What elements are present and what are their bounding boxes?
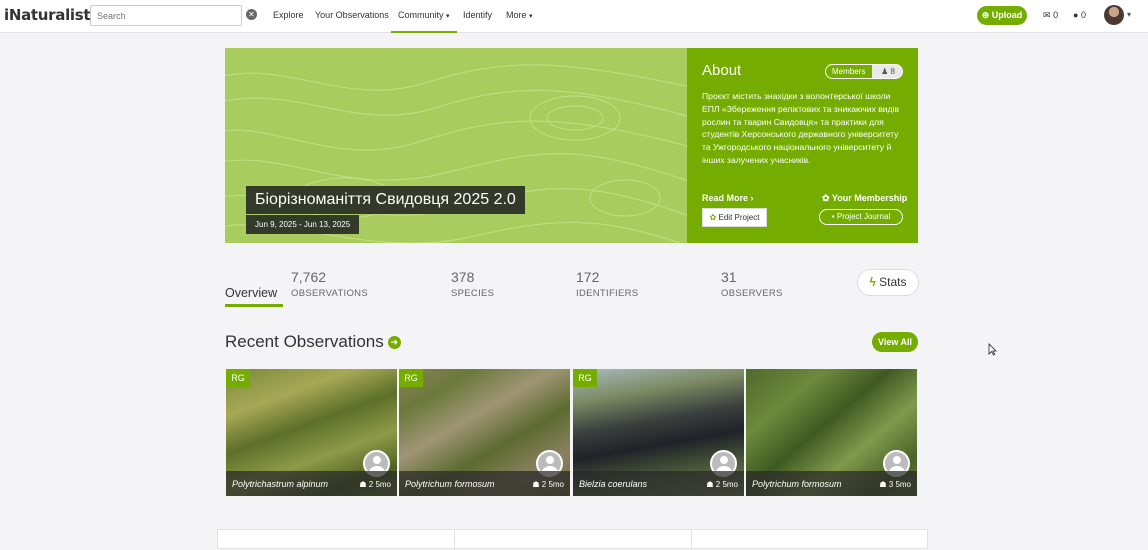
observation-card[interactable]: Polytrichum formosum ☗ 3 5mo — [746, 369, 917, 496]
divider — [454, 530, 455, 550]
stat-observers-value[interactable]: 31 — [721, 269, 737, 285]
your-membership-link[interactable]: ✿ Your Membership — [822, 193, 907, 204]
nav-active-indicator — [391, 31, 457, 33]
research-grade-badge: RG — [399, 369, 423, 387]
project-banner: Біорізноманіття Свидовця 2025 2.0 Jun 9,… — [225, 48, 687, 243]
view-all-button[interactable]: View All — [872, 332, 918, 352]
arrow-right-circle-icon[interactable]: ➜ — [387, 336, 401, 350]
comment-icon: ● — [1073, 10, 1079, 20]
thumb-icon: ☗ — [359, 480, 367, 489]
inaturalist-logo[interactable]: iNaturalist — [4, 6, 91, 24]
thumb-icon: ☗ — [532, 480, 540, 489]
nav-identify[interactable]: Identify — [463, 10, 492, 20]
project-dates: Jun 9, 2025 - Jun 13, 2025 — [246, 215, 360, 234]
species-name[interactable]: Polytrichastrum alpinum — [232, 479, 328, 489]
research-grade-badge: RG — [573, 369, 597, 387]
project-title: Біорізноманіття Свидовця 2025 2.0 — [246, 186, 525, 214]
bolt-icon: ϟ — [869, 275, 876, 289]
card-meta: ☗ 2 5mo — [359, 480, 391, 489]
recent-heading-label: Recent Observations — [225, 332, 384, 351]
divider — [691, 530, 692, 550]
members-badge[interactable]: Members ♟ 8 — [825, 64, 903, 79]
tab-overview[interactable]: Overview — [225, 286, 277, 300]
stats-label: Stats — [879, 275, 907, 289]
species-name[interactable]: Polytrichum formosum — [752, 479, 842, 489]
stat-species-value[interactable]: 378 — [451, 269, 474, 285]
stat-identifiers-label[interactable]: IDENTIFIERS — [576, 288, 638, 299]
search-input[interactable] — [90, 5, 242, 26]
observation-card[interactable]: RG Polytrichum formosum ☗ 2 5mo — [399, 369, 570, 496]
id-count: 3 — [888, 480, 894, 489]
members-label: Members — [832, 67, 866, 76]
messages-count: 0 — [1053, 10, 1059, 20]
age: 5mo — [375, 480, 391, 489]
thumb-icon: ☗ — [706, 480, 714, 489]
nav-explore[interactable]: Explore — [273, 10, 304, 20]
card-meta: ☗ 3 5mo — [879, 480, 911, 489]
species-name[interactable]: Polytrichum formosum — [405, 479, 495, 489]
journal-icon: ▪ — [831, 212, 835, 221]
your-membership-label: Your Membership — [831, 193, 908, 203]
chevron-down-icon: ▾ — [529, 13, 533, 20]
notifications-button[interactable]: ● 0 — [1073, 10, 1086, 20]
project-journal-label: Project Journal — [836, 212, 891, 221]
nav-community[interactable]: Community ▾ — [398, 10, 450, 20]
observation-card[interactable]: RG Bielzia coerulans ☗ 2 5mo — [573, 369, 744, 496]
observation-card[interactable]: RG Polytrichastrum alpinum ☗ 2 5mo — [226, 369, 397, 496]
edit-project-label: Edit Project — [718, 213, 760, 222]
search-clear-icon[interactable]: ✕ — [246, 9, 257, 20]
project-description: Проєкт містить знахідки з волонтерської … — [702, 91, 900, 165]
species-name[interactable]: Bielzia coerulans — [579, 479, 647, 489]
stat-observations-value[interactable]: 7,762 — [291, 269, 326, 285]
nav-your-observations[interactable]: Your Observations — [315, 10, 389, 20]
envelope-icon: ✉ — [1043, 10, 1051, 20]
id-count: 2 — [368, 480, 374, 489]
stat-species-label[interactable]: SPECIES — [451, 288, 494, 299]
card-meta: ☗ 2 5mo — [706, 480, 738, 489]
edit-project-button[interactable]: ✿ Edit Project — [702, 208, 767, 227]
tab-active-indicator — [225, 304, 283, 307]
gear-icon: ✿ — [822, 193, 830, 203]
upload-icon: ⊕ — [981, 10, 990, 20]
id-count: 2 — [541, 480, 547, 489]
mouse-cursor-icon — [988, 343, 997, 356]
chevron-right-icon: › — [750, 193, 754, 203]
about-panel: About Members ♟ 8 Проєкт містить знахідк… — [687, 48, 918, 243]
project-journal-button[interactable]: ▪ Project Journal — [819, 209, 903, 225]
chevron-down-icon: ▾ — [446, 13, 450, 20]
upload-button[interactable]: ⊕ Upload — [977, 6, 1027, 25]
read-more-label: Read More — [702, 193, 749, 203]
age: 5mo — [895, 480, 911, 489]
age: 5mo — [722, 480, 738, 489]
user-icon: ♟ — [881, 67, 889, 76]
read-more-link[interactable]: Read More › — [702, 193, 754, 203]
thumb-icon: ☗ — [879, 480, 887, 489]
card-meta: ☗ 2 5mo — [532, 480, 564, 489]
notifications-count: 0 — [1080, 10, 1086, 20]
nav-more[interactable]: More ▾ — [506, 10, 533, 20]
research-grade-badge: RG — [226, 369, 250, 387]
bottom-panel — [217, 529, 928, 550]
stat-observations-label[interactable]: OBSERVATIONS — [291, 288, 368, 299]
nav-community-label: Community — [398, 10, 444, 20]
id-count: 2 — [715, 480, 721, 489]
about-heading: About — [702, 62, 742, 79]
chevron-down-icon[interactable]: ▾ — [1127, 10, 1131, 19]
user-avatar[interactable] — [1104, 5, 1124, 25]
age: 5mo — [548, 480, 564, 489]
members-count: ♟ 8 — [872, 65, 902, 78]
gear-icon: ✿ — [709, 213, 717, 222]
nav-more-label: More — [506, 10, 527, 20]
top-navbar: iNaturalist ✕ Explore Your Observations … — [0, 0, 1148, 33]
stat-observers-label[interactable]: OBSERVERS — [721, 288, 783, 299]
stat-identifiers-value[interactable]: 172 — [576, 269, 599, 285]
stats-button[interactable]: ϟ Stats — [857, 269, 919, 296]
messages-button[interactable]: ✉ 0 — [1043, 10, 1058, 21]
recent-observations-heading: Recent Observations ➜ — [225, 332, 401, 352]
members-count-value: 8 — [890, 67, 895, 76]
upload-label: Upload — [991, 10, 1023, 20]
